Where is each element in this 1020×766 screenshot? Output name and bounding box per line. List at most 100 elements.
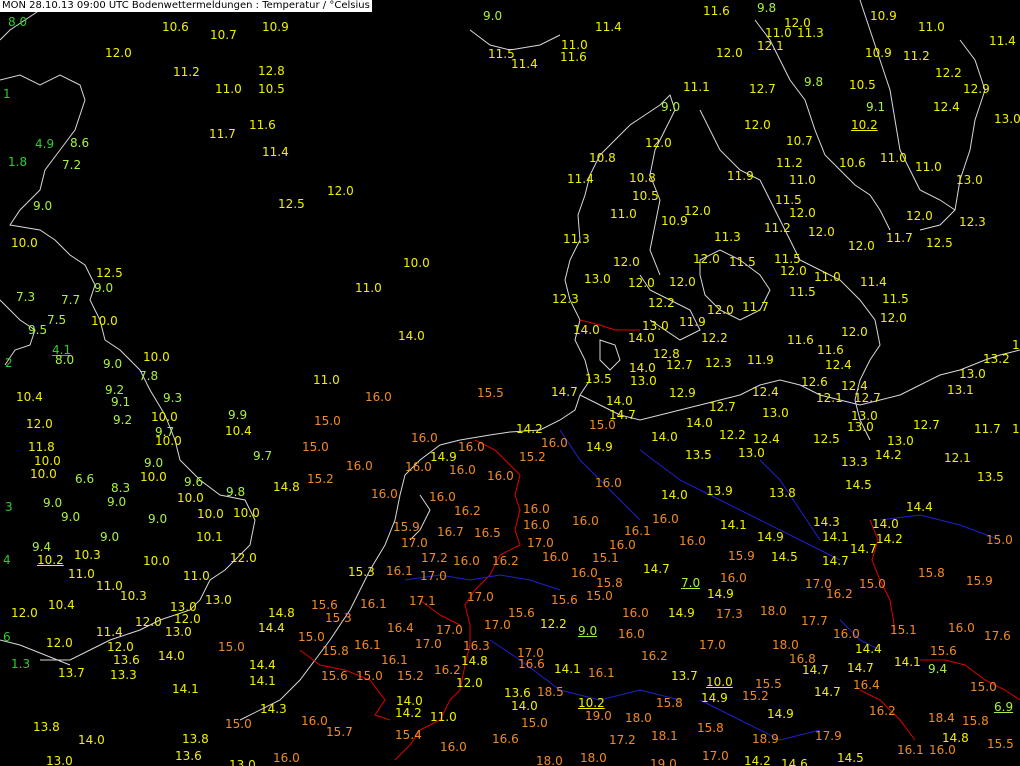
temperature-reading: 14.0	[398, 329, 425, 343]
temperature-reading: 12.7	[749, 82, 776, 96]
temperature-reading: 17.2	[421, 551, 448, 565]
temperature-reading: 7.8	[139, 369, 159, 383]
temperature-reading: 16.0	[523, 502, 550, 516]
temperature-reading: 10.4	[16, 390, 43, 404]
temperature-reading: 14.5	[845, 478, 872, 492]
temperature-reading: 14.4	[855, 642, 882, 656]
temperature-reading: 15.4	[395, 728, 422, 742]
temperature-reading: 11.6	[560, 50, 587, 64]
temperature-reading: 9.7	[253, 449, 273, 463]
temperature-reading: 9.0	[144, 456, 164, 470]
temperature-reading: 18.9	[752, 732, 779, 746]
temperature-reading: 14.1	[720, 518, 747, 532]
temperature-reading: 11.5	[789, 285, 816, 299]
temperature-reading: 15.0	[859, 577, 886, 591]
temperature-reading: 12.7	[913, 418, 940, 432]
temperature-reading: 12.3	[705, 356, 732, 370]
temperature-reading: 12.1	[757, 39, 784, 53]
temperature-reading: 16.0	[948, 621, 975, 635]
temperature-reading: 14.0	[628, 331, 655, 345]
temperature-reading: 4.9	[35, 137, 55, 151]
temperature-reading: 16.0	[365, 390, 392, 404]
temperature-reading: 12.0	[780, 264, 807, 278]
temperature-reading: 18.0	[760, 604, 787, 618]
temperature-reading: 18.0	[625, 711, 652, 725]
temperature-reading: 11.2	[764, 221, 791, 235]
temperature-reading: 10.9	[865, 46, 892, 60]
temperature-reading: 16.4	[387, 621, 414, 635]
temperature-reading: 7.2	[62, 158, 82, 172]
temperature-reading: 17.0	[436, 623, 463, 637]
temperature-reading: 13.5	[585, 372, 612, 386]
temperature-reading: 14.8	[268, 606, 295, 620]
temperature-reading: 19.0	[650, 757, 677, 766]
temperature-reading: 13.0	[165, 625, 192, 639]
temperature-reading: 13.0	[205, 593, 232, 607]
temperature-reading: 16.0	[346, 459, 373, 473]
temperature-reading: 9.8	[757, 1, 777, 15]
temperature-reading: 10.6	[162, 20, 189, 34]
temperature-reading: 11.0	[183, 569, 210, 583]
temperature-reading: 12.0	[684, 204, 711, 218]
temperature-reading: 11.4	[511, 57, 538, 71]
temperature-reading: 16.0	[622, 606, 649, 620]
temperature-reading: 7.0	[681, 576, 701, 590]
temperature-reading: 16.0	[440, 740, 467, 754]
temperature-reading: 15.0	[521, 716, 548, 730]
temperature-reading: 12.	[1012, 338, 1020, 352]
temperature-reading: 14.1	[894, 655, 921, 669]
temperature-reading: 17.7	[801, 614, 828, 628]
temperature-reading: 9.4	[928, 662, 948, 676]
temperature-reading: 12.0	[841, 325, 868, 339]
temperature-reading: 8.6	[70, 136, 90, 150]
temperature-reading: 11.4	[567, 172, 594, 186]
temperature-reading: 11.6	[787, 333, 814, 347]
temperature-reading: 12.0	[135, 615, 162, 629]
temperature-reading: 18.5	[537, 685, 564, 699]
temperature-reading: 10.0	[706, 675, 733, 689]
temperature-reading: 18.0	[580, 751, 607, 765]
temperature-reading: 11.5	[775, 193, 802, 207]
temperature-reading: 14.0	[573, 323, 600, 337]
temperature-reading: 12.5	[96, 266, 123, 280]
temperature-reading: 17.0	[415, 637, 442, 651]
temperature-reading: 16.0	[679, 534, 706, 548]
temperature-reading: 15.0	[356, 669, 383, 683]
temperature-reading: 3	[5, 500, 13, 514]
temperature-reading: 17.0	[527, 536, 554, 550]
temperature-reading: 11.3	[563, 232, 590, 246]
temperature-reading: 16.0	[449, 463, 476, 477]
temperature-reading: 14.3	[813, 515, 840, 529]
temperature-reading: 11.7	[742, 300, 769, 314]
temperature-reading: 9.4	[32, 540, 52, 554]
temperature-reading: 14.1	[172, 682, 199, 696]
temperature-reading: 11.6	[817, 343, 844, 357]
temperature-reading: 10.0	[11, 236, 38, 250]
temperature-reading: 2	[5, 356, 13, 370]
temperature-reading: 12.0	[613, 255, 640, 269]
temperature-reading: 1	[3, 87, 11, 101]
temperature-reading: 12.3	[552, 292, 579, 306]
temperature-reading: 15.9	[393, 520, 420, 534]
temperature-reading: 10.8	[589, 151, 616, 165]
temperature-reading: 16.0	[542, 550, 569, 564]
temperature-reading: 14.1	[554, 662, 581, 676]
temperature-reading: 11.0	[215, 82, 242, 96]
temperature-reading: 12.2	[935, 66, 962, 80]
temperature-reading: 11.3	[797, 26, 824, 40]
temperature-reading: 1.3	[11, 657, 31, 671]
temperature-reading: 14.2	[876, 532, 903, 546]
temperature-reading: 16.1	[381, 653, 408, 667]
temperature-reading: 11.2	[776, 156, 803, 170]
temperature-reading: 15.1	[592, 551, 619, 565]
temperature-reading: 10.5	[849, 78, 876, 92]
temperature-reading: 15.2	[742, 689, 769, 703]
temperature-reading: 10.7	[786, 134, 813, 148]
temperature-reading: 17.9	[815, 729, 842, 743]
temperature-reading: 13.0	[994, 112, 1020, 126]
temperature-reading: 13.1	[947, 383, 974, 397]
temperature-reading: 14.7	[814, 685, 841, 699]
temperature-reading: 16.0	[572, 514, 599, 528]
temperature-reading: 11.0	[789, 173, 816, 187]
temperature-reading: 12.0	[848, 239, 875, 253]
